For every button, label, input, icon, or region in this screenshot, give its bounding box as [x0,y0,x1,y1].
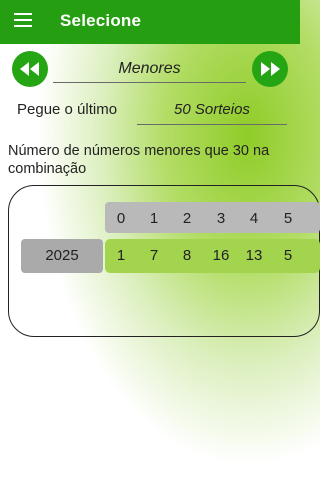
data-cell: 13 [245,247,263,264]
data-cell: 7 [149,247,159,264]
header-cell: 5 [283,210,293,227]
draws-count-select[interactable]: 50 Sorteios [137,101,287,118]
header-cell: 0 [116,210,126,227]
double-chevron-left-icon [20,62,39,76]
header-cell: 2 [182,210,192,227]
app-title: Selecione [60,11,142,30]
previous-button[interactable] [12,51,48,87]
last-draws-label: Pegue o último [17,101,118,118]
row-year-label: 2025 [21,239,103,273]
description-text: Número de números menores que 30 na comb… [8,143,270,177]
app-bar: Selecione [0,0,300,44]
header-cell: 4 [249,210,259,227]
selection-value[interactable]: Menores [53,60,246,78]
selection-underline [53,82,246,83]
data-cell: 8 [182,247,192,264]
data-cell: 16 [212,247,230,264]
hamburger-menu-icon[interactable] [14,13,32,27]
draws-count-underline [137,124,287,125]
data-cell: 1 [116,247,126,264]
header-cell: 3 [216,210,226,227]
header-cell: 1 [149,210,159,227]
data-cell: 5 [283,247,293,264]
next-button[interactable] [252,51,288,87]
double-chevron-right-icon [261,62,280,76]
